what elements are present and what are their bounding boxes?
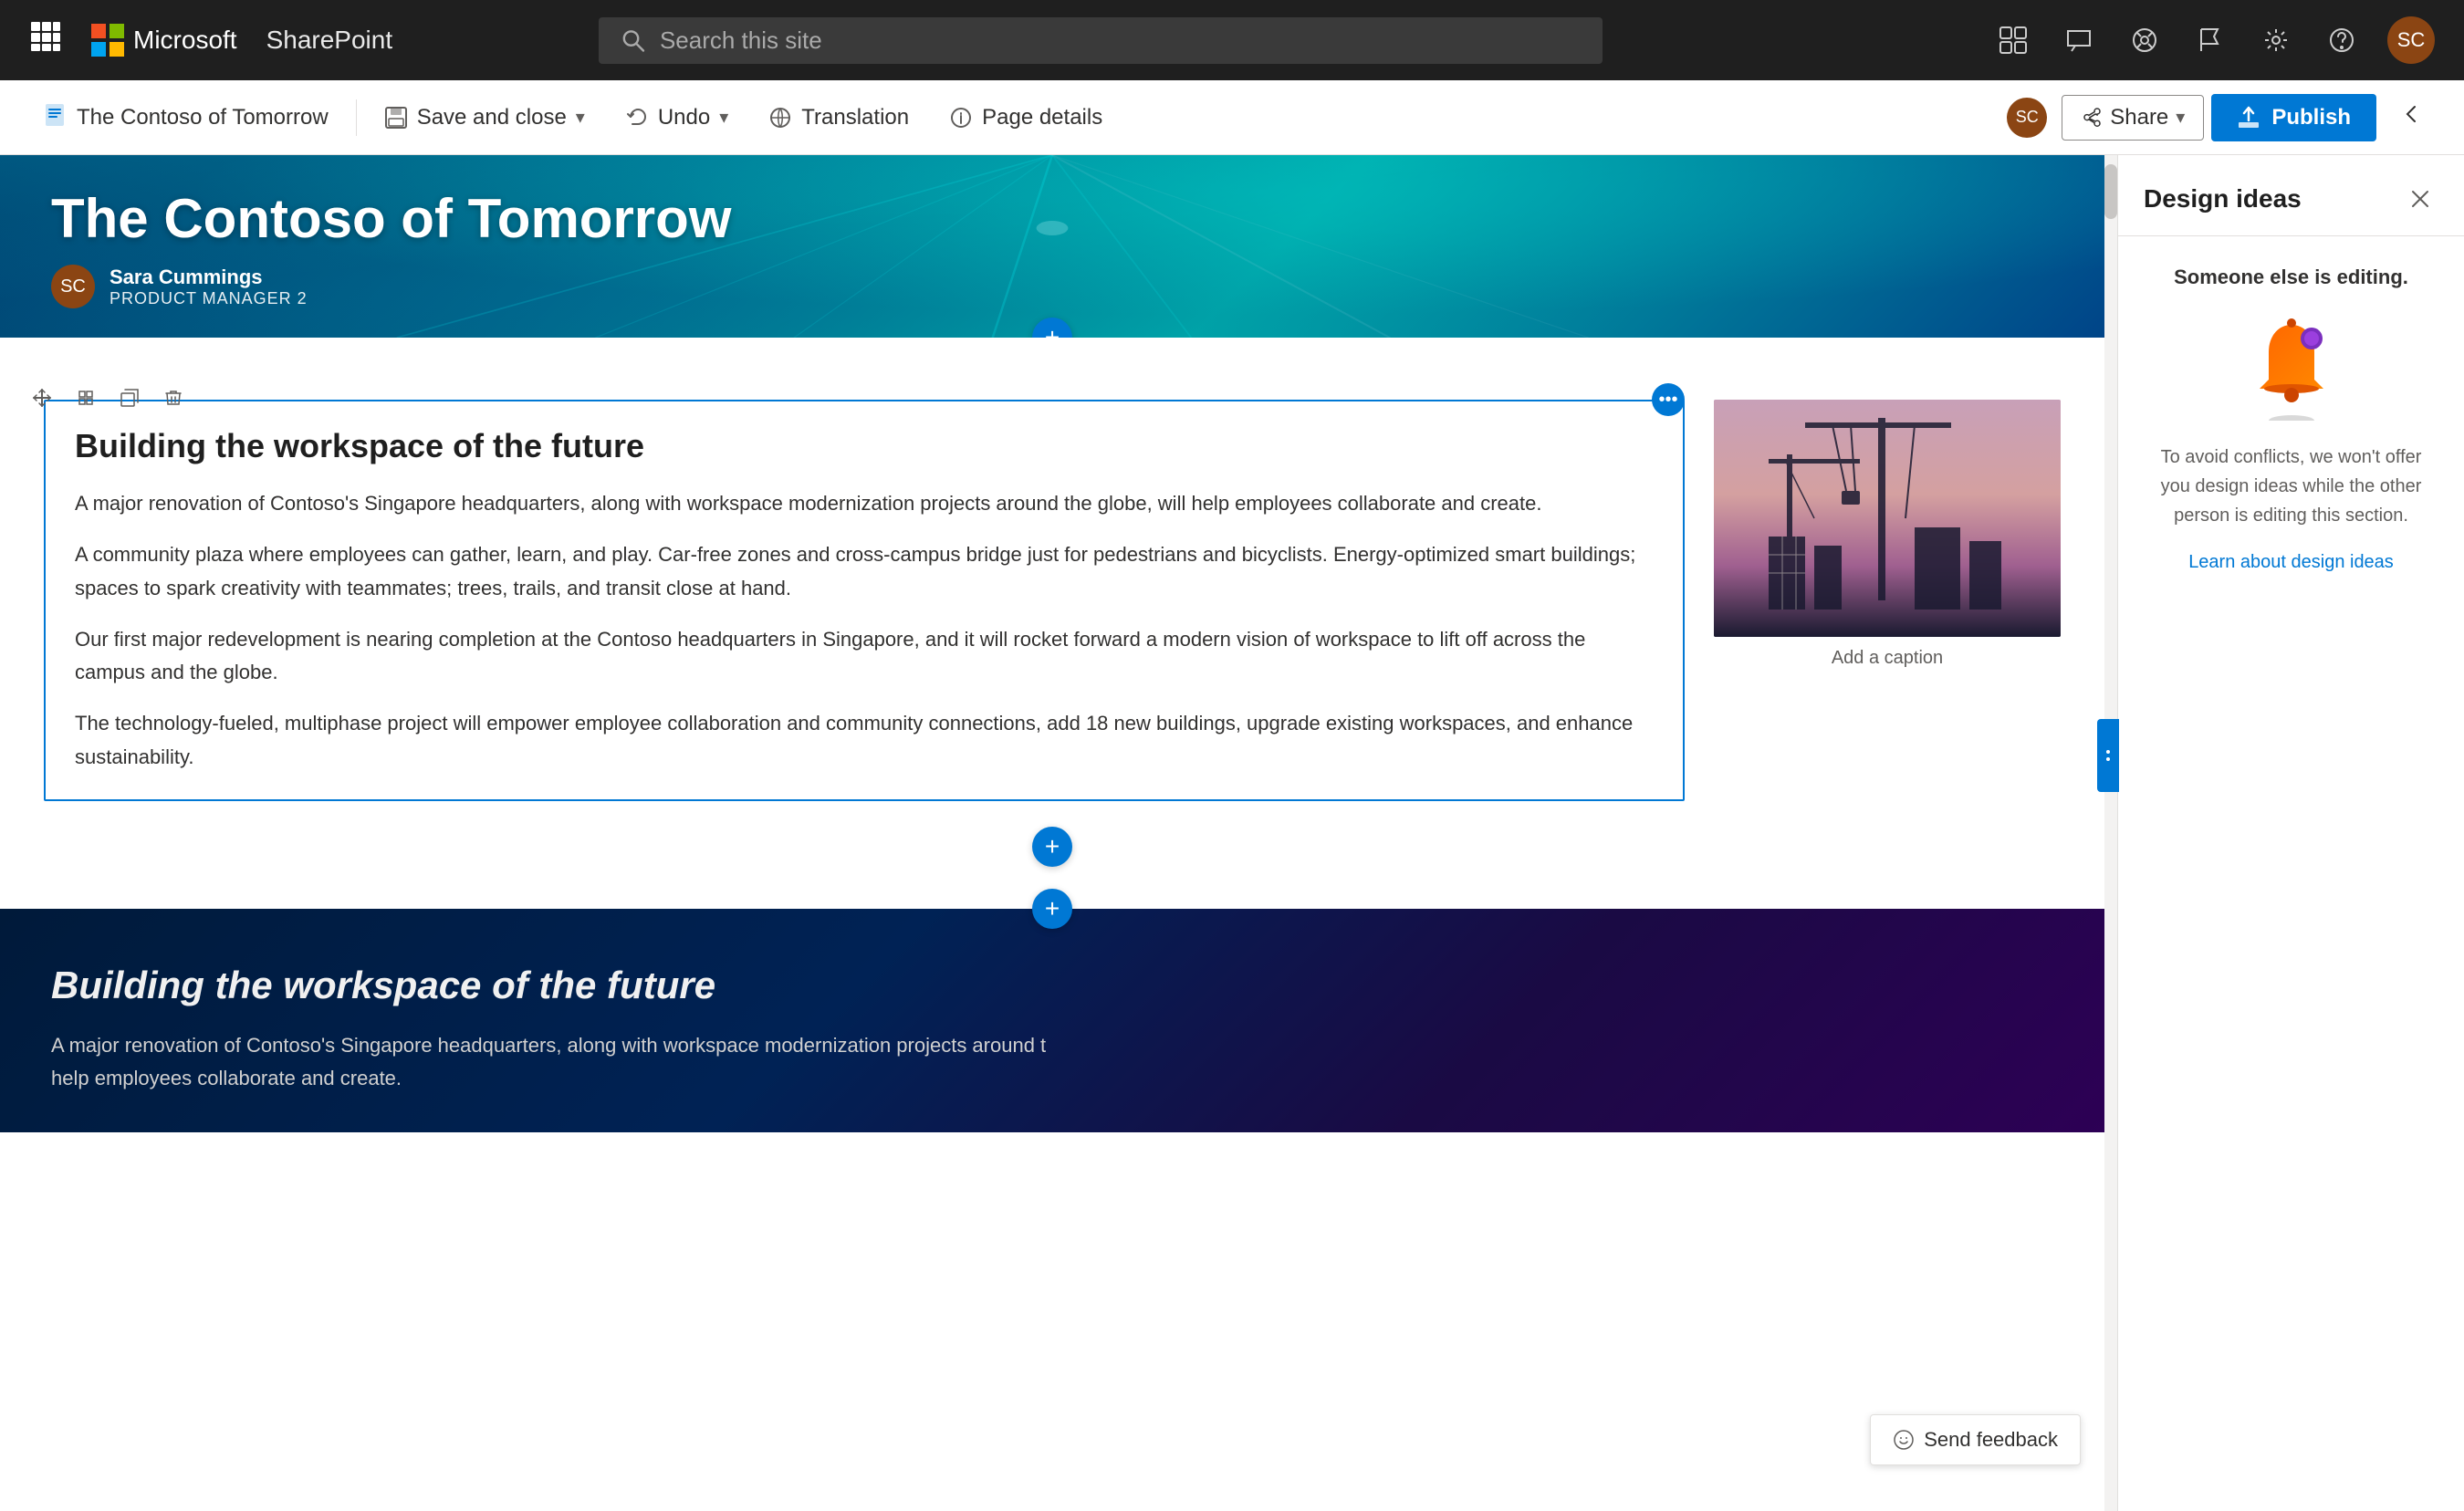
page-details-label: Page details [982, 105, 1102, 130]
share-icon [2081, 107, 2103, 129]
flag-icon[interactable] [2190, 20, 2230, 60]
publish-icon [2237, 106, 2260, 130]
image-caption[interactable]: Add a caption [1714, 648, 2061, 669]
construction-image [1714, 400, 2061, 637]
section2-para1: A major renovation of Contoso's Singapor… [51, 1029, 2053, 1062]
save-close-label: Save and close [417, 105, 567, 130]
design-panel-subtitle: Someone else is editing. [2174, 266, 2408, 289]
page-scrollbar[interactable] [2104, 155, 2117, 1511]
toolbar-user-avatar: SC [2007, 98, 2047, 138]
main-area: The Contoso of Tomorrow SC Sara Cummings… [0, 155, 2464, 1511]
design-ideas-panel: Design ideas Someone else is editing. [2117, 155, 2464, 1511]
hero-section: The Contoso of Tomorrow SC Sara Cummings… [0, 155, 2104, 338]
page-toolbar: The Contoso of Tomorrow Save and close ▾… [0, 80, 2464, 155]
hero-author: SC Sara Cummings PRODUCT MANAGER 2 [51, 265, 2053, 308]
share-button[interactable]: Share ▾ [2062, 95, 2204, 141]
hero-title: The Contoso of Tomorrow [51, 187, 2053, 250]
block-handle[interactable]: ••• [1652, 383, 1685, 416]
section1-heading: Building the workspace of the future [75, 427, 1654, 465]
feedback-icon [1893, 1429, 1915, 1451]
search-icon [621, 27, 645, 53]
publish-label: Publish [2271, 105, 2351, 130]
page-details-button[interactable]: Page details [933, 96, 1119, 140]
add-section-between[interactable]: + [1032, 827, 1072, 867]
microsoft-logo[interactable]: Microsoft [91, 24, 237, 57]
page-label-text: The Contoso of Tomorrow [77, 105, 329, 130]
translation-button[interactable]: Translation [752, 96, 925, 140]
apps-icon[interactable] [29, 20, 62, 61]
panel-resize-tab[interactable] [2097, 719, 2119, 792]
text-block[interactable]: ••• Building the workspace of the future… [44, 400, 1685, 801]
undo-label: Undo [658, 105, 710, 130]
design-panel-header: Design ideas [2118, 155, 2464, 236]
translation-label: Translation [801, 105, 909, 130]
help-icon[interactable] [2322, 20, 2362, 60]
design-panel-body: Someone else is editing. [2118, 236, 2464, 1511]
search-bar[interactable] [599, 17, 1603, 64]
design-panel-title: Design ideas [2144, 184, 2302, 214]
translation-icon [768, 106, 792, 130]
page-label-item[interactable]: The Contoso of Tomorrow [26, 93, 345, 142]
section1-para2: A community plaza where employees can ga… [75, 538, 1654, 605]
learn-design-ideas-link[interactable]: Learn about design ideas [2188, 552, 2394, 573]
hero-avatar: SC [51, 265, 95, 308]
dark-section: + Building the workspace of the future A… [0, 909, 2104, 1132]
page-editor[interactable]: The Contoso of Tomorrow SC Sara Cummings… [0, 155, 2104, 1511]
top-nav-bar: Microsoft SharePoint [0, 0, 2464, 80]
section1-para4: The technology-fueled, multiphase projec… [75, 707, 1654, 774]
microsoft-text: Microsoft [133, 26, 237, 55]
collapse-panel-button[interactable] [2384, 92, 2438, 142]
page-details-icon [949, 106, 973, 130]
design-panel-description: To avoid conflicts, we won't offer you d… [2144, 443, 2438, 530]
section1-para3: Our first major redevelopment is nearing… [75, 623, 1654, 690]
user-avatar[interactable]: SC [2387, 16, 2435, 64]
duplicate-block-button[interactable] [110, 378, 150, 418]
save-icon [384, 106, 408, 130]
share-label: Share [2110, 105, 2168, 130]
scrollbar-thumb[interactable] [2104, 164, 2117, 219]
undo-button[interactable]: Undo ▾ [609, 96, 745, 140]
block-toolbar [22, 378, 193, 418]
send-feedback-label: Send feedback [1924, 1428, 2058, 1452]
undo-icon [625, 106, 649, 130]
page-icon [42, 102, 68, 128]
section2-heading: Building the workspace of the future [51, 964, 2053, 1007]
save-close-dropdown-arrow[interactable]: ▾ [576, 106, 585, 129]
sharepoint-text: SharePoint [266, 26, 393, 55]
puzzle-icon[interactable] [1993, 20, 2033, 60]
move-block-button[interactable] [22, 378, 62, 418]
hero-author-name: Sara Cummings [110, 266, 308, 289]
save-close-button[interactable]: Save and close ▾ [368, 96, 601, 140]
image-block[interactable]: Add a caption [1714, 400, 2061, 801]
network-icon[interactable] [2125, 20, 2165, 60]
search-input[interactable] [660, 26, 1581, 55]
divider-1 [356, 99, 357, 136]
section1-para1: A major renovation of Contoso's Singapor… [75, 487, 1654, 520]
hero-author-role: PRODUCT MANAGER 2 [110, 289, 308, 308]
content-section-1: ••• Building the workspace of the future… [0, 356, 2104, 891]
publish-button[interactable]: Publish [2211, 94, 2376, 141]
nav-icons-group: SC [1993, 16, 2435, 64]
design-panel-close-button[interactable] [2402, 181, 2438, 217]
send-feedback-button[interactable]: Send feedback [1870, 1414, 2081, 1465]
chat-icon[interactable] [2059, 20, 2099, 60]
share-dropdown-arrow[interactable]: ▾ [2176, 106, 2185, 129]
settings-icon[interactable] [2256, 20, 2296, 60]
add-section-above-dark[interactable]: + [1032, 889, 1072, 929]
section2-para2: help employees collaborate and create. [51, 1062, 2053, 1095]
undo-dropdown-arrow[interactable]: ▾ [719, 106, 728, 129]
design-panel-notification-icon [2237, 311, 2346, 421]
delete-block-button[interactable] [153, 378, 193, 418]
edit-block-button[interactable] [66, 378, 106, 418]
